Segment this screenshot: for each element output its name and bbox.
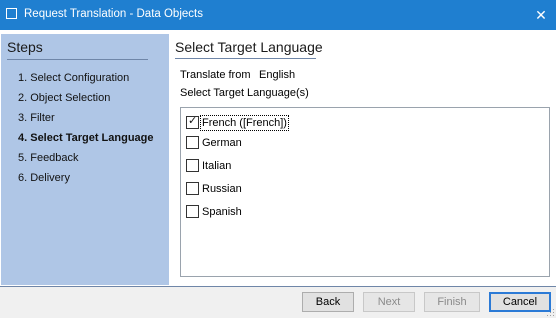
language-checkbox-russian[interactable] [186,182,199,195]
close-icon: ✕ [535,7,547,23]
language-checkbox-german[interactable] [186,136,199,149]
window-icon [6,8,17,19]
step-object-selection: 2. Object Selection [18,92,111,104]
dialog-client: Steps 1. Select Configuration 2. Object … [0,30,556,318]
step-delivery: 6. Delivery [18,172,70,184]
next-button[interactable]: Next [363,292,415,312]
page-title: Select Target Language [175,39,323,55]
language-label-italian: Italian [202,160,232,172]
resize-grip-icon[interactable] [547,309,555,317]
language-label-french: French ([French]) [200,115,289,131]
target-language-label: Select Target Language(s) [180,87,309,99]
language-label-spanish: Spanish [202,206,242,218]
language-checkbox-italian[interactable] [186,159,199,172]
translate-from-label: Translate from [180,69,251,81]
step-select-target-language: 4. Select Target Language [18,132,154,144]
content-area: Select Target Language Translate from En… [175,30,556,288]
button-bar: Back Next Finish Cancel [0,287,556,318]
steps-panel: Steps 1. Select Configuration 2. Object … [1,34,169,285]
window-title: Request Translation - Data Objects [24,8,203,20]
language-label-russian: Russian [202,183,242,195]
back-button[interactable]: Back [302,292,354,312]
translate-from-value: English [259,69,296,81]
close-button[interactable]: ✕ [526,0,556,30]
title-bar: Request Translation - Data Objects ✕ [0,0,556,30]
steps-title: Steps [7,39,43,55]
language-label-german: German [202,137,242,149]
language-checkbox-spanish[interactable] [186,205,199,218]
finish-button[interactable]: Finish [424,292,480,312]
target-language-list[interactable]: ✓ French ([French]) German Italian Russi… [180,107,550,277]
cancel-button[interactable]: Cancel [489,292,551,312]
step-select-configuration: 1. Select Configuration [18,72,130,84]
step-feedback: 5. Feedback [18,152,79,164]
steps-divider [7,59,148,60]
step-filter: 3. Filter [18,112,55,124]
title-divider [175,58,316,59]
language-checkbox-french[interactable]: ✓ [186,115,199,129]
checkmark-icon: ✓ [188,115,198,127]
